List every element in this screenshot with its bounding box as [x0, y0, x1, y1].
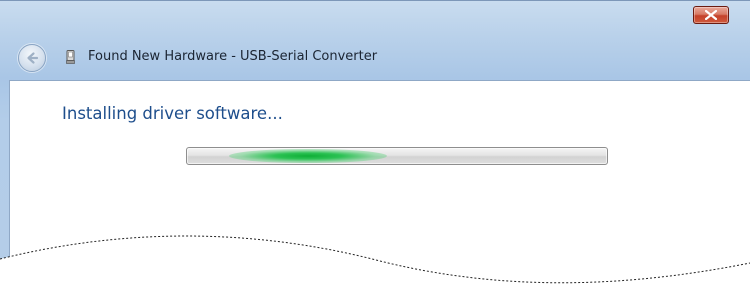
dialog-window: Found New Hardware - USB-Serial Converte…	[0, 0, 750, 297]
screenshot-stage: Found New Hardware - USB-Serial Converte…	[0, 0, 750, 297]
torn-edge	[0, 235, 750, 297]
